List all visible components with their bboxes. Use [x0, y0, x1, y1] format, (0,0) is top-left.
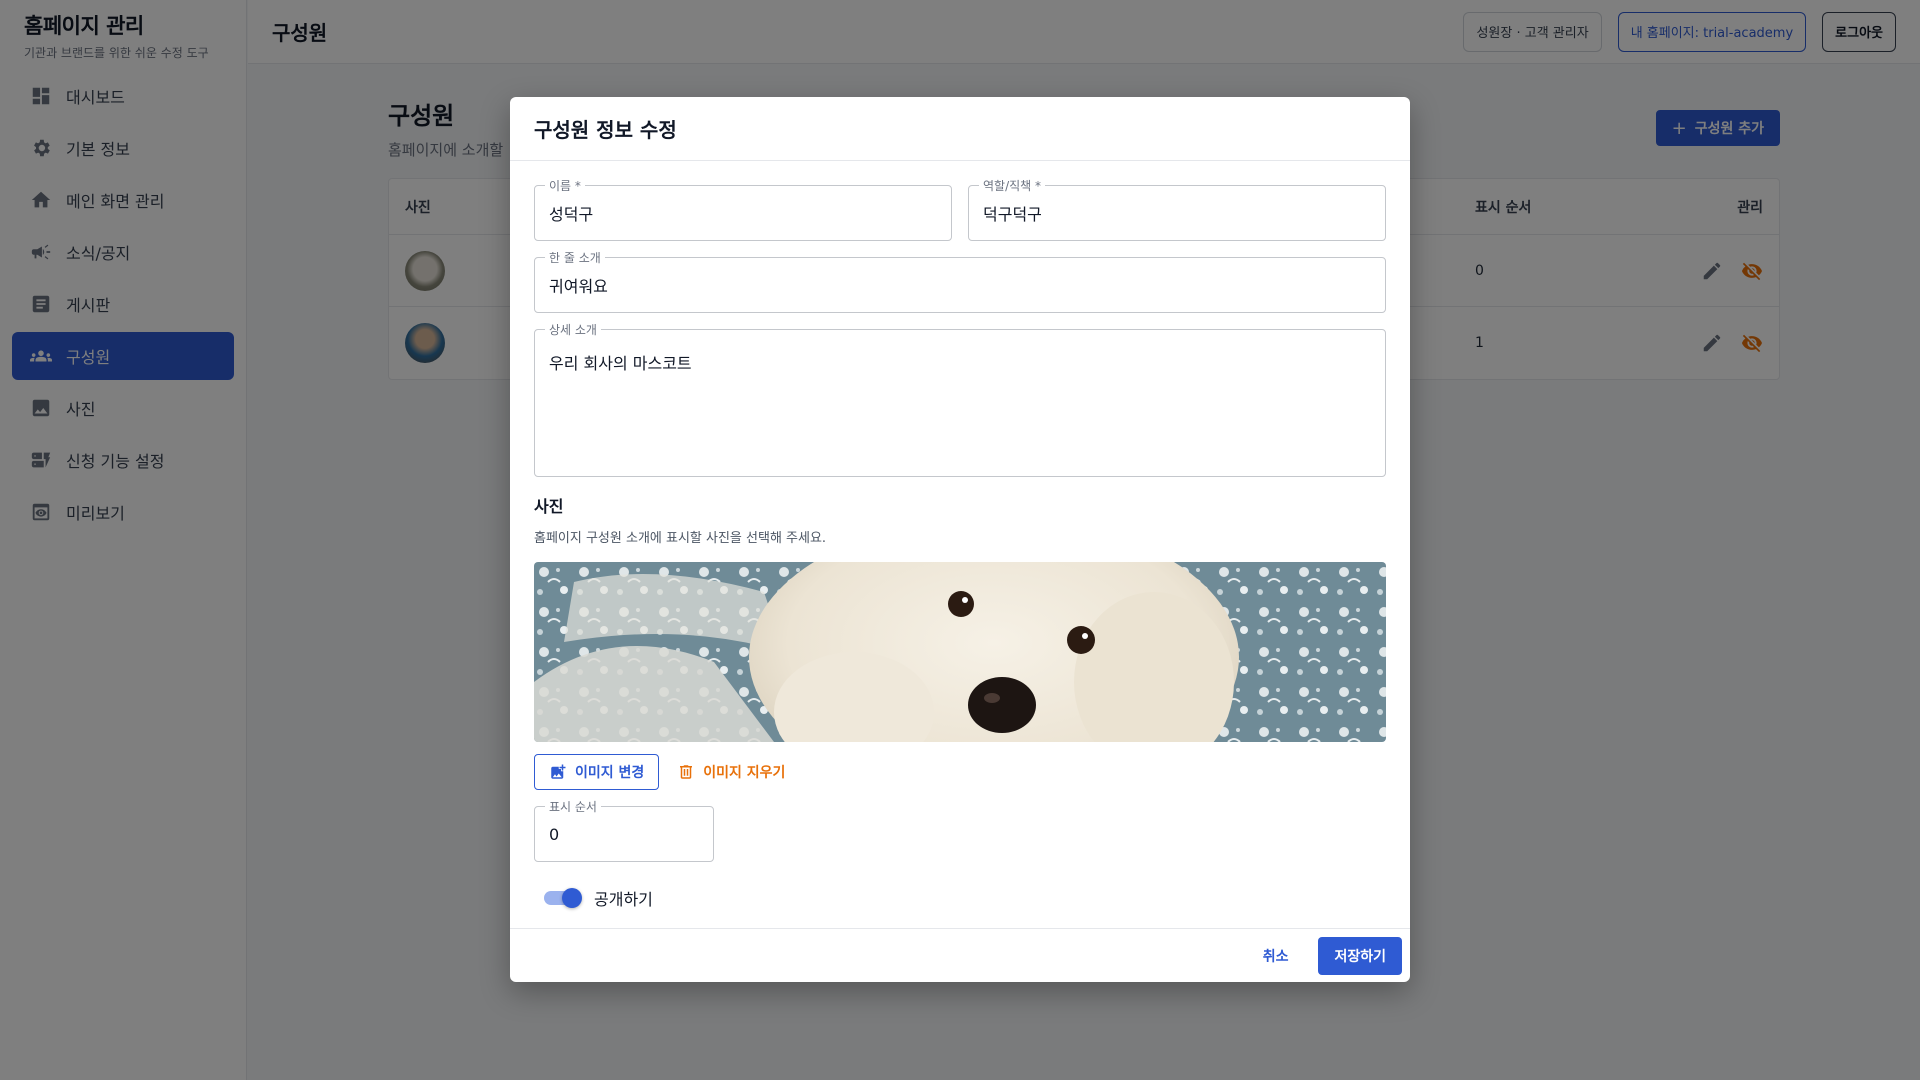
add-photo-icon	[551, 764, 566, 779]
public-toggle-label: 공개하기	[594, 890, 653, 909]
dog-photo-illustration	[534, 562, 1386, 742]
role-label: 역할/직책 *	[979, 177, 1046, 194]
public-toggle[interactable]	[544, 888, 582, 908]
display-order-field[interactable]: 표시 순서 0	[534, 798, 714, 862]
detail-intro-field[interactable]: 상세 소개 우리 회사의 마스코트	[534, 321, 1386, 477]
display-order-label: 표시 순서	[545, 798, 601, 815]
change-image-button[interactable]: 이미지 변경	[534, 754, 660, 790]
delete-image-label: 이미지 지우기	[703, 765, 786, 781]
delete-image-button[interactable]: 이미지 지우기	[669, 754, 793, 790]
detail-intro-value: 우리 회사의 마스코트	[549, 354, 692, 373]
trash-icon	[680, 765, 693, 779]
dialog-title: 구성원 정보 수정	[510, 97, 1410, 161]
display-order-value: 0	[549, 824, 560, 844]
name-label: 이름 *	[545, 177, 585, 194]
photo-section-desc: 홈페이지 구성원 소개에 표시할 사진을 선택해 주세요.	[534, 531, 827, 546]
name-value: 성덕구	[549, 205, 594, 224]
cancel-button[interactable]: 취소	[1247, 938, 1305, 974]
name-field[interactable]: 이름 * 성덕구	[534, 177, 952, 241]
role-value: 덕구덕구	[983, 205, 1042, 224]
dialog-body: 이름 * 성덕구 역할/직책 * 덕구덕구 한 줄 소개 귀여워요 상세 소개 …	[510, 161, 1410, 918]
public-toggle-row: 공개하기	[534, 878, 1386, 918]
save-button[interactable]: 저장하기	[1318, 936, 1402, 975]
detail-intro-label: 상세 소개	[545, 321, 601, 338]
short-intro-value: 귀여워요	[549, 277, 608, 296]
role-field[interactable]: 역할/직책 * 덕구덕구	[968, 177, 1386, 241]
member-photo	[534, 562, 1386, 742]
photo-section-title: 사진	[534, 497, 564, 516]
short-intro-label: 한 줄 소개	[545, 249, 605, 266]
edit-member-dialog: 구성원 정보 수정 이름 * 성덕구 역할/직책 * 덕구덕구 한 줄 소개 귀…	[510, 97, 1410, 982]
change-image-label: 이미지 변경	[575, 765, 645, 781]
dialog-footer: 취소 저장하기	[510, 928, 1410, 982]
short-intro-field[interactable]: 한 줄 소개 귀여워요	[534, 249, 1386, 313]
